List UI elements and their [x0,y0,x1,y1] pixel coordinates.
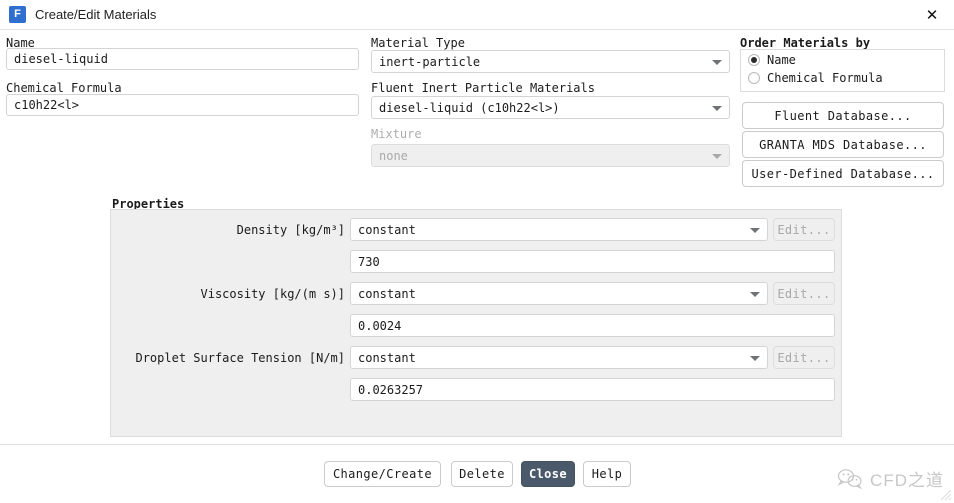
watermark-text: CFD之道 [870,471,944,490]
fluent-f-icon: F [9,6,26,23]
chemical-formula-input[interactable]: c10h22<l> [6,94,359,116]
chemical-formula-label: Chemical Formula [6,81,122,95]
density-edit-button[interactable]: Edit... [773,218,835,241]
radio-order-by-chemical-formula[interactable]: Chemical Formula [748,71,883,85]
droplet-surface-tension-method-select[interactable]: constant [350,346,768,369]
radio-selected-icon [748,54,760,66]
chevron-down-icon [750,291,760,297]
viscosity-value-input[interactable]: 0.0024 [350,314,835,337]
inert-materials-label: Fluent Inert Particle Materials [371,81,595,95]
material-type-label: Material Type [371,36,465,50]
density-method-select[interactable]: constant [350,218,768,241]
chevron-down-icon [712,59,722,65]
viscosity-method-select[interactable]: constant [350,282,768,305]
droplet-surface-tension-label: Droplet Surface Tension [N/m] [135,351,345,365]
chevron-down-icon [712,105,722,111]
mixture-value: none [379,148,408,163]
inert-materials-value: diesel-liquid (c10h22<l>) [379,100,560,115]
mixture-label: Mixture [371,127,422,141]
droplet-surface-tension-value-input[interactable]: 0.0263257 [350,378,835,401]
resize-grip-icon[interactable] [938,487,952,501]
close-icon[interactable]: ✕ [910,0,954,30]
chevron-down-icon [750,227,760,233]
material-type-value: inert-particle [379,54,481,69]
density-method-value: constant [358,222,416,237]
chevron-down-icon [750,355,760,361]
name-input[interactable]: diesel-liquid [6,48,359,70]
user-defined-database-button[interactable]: User-Defined Database... [742,160,944,187]
radio-label-chemical-formula: Chemical Formula [767,71,883,85]
droplet-surface-tension-edit-button[interactable]: Edit... [773,346,835,369]
radio-unselected-icon [748,72,760,84]
viscosity-method-value: constant [358,286,416,301]
order-materials-by-label: Order Materials by [740,36,871,50]
viscosity-edit-button[interactable]: Edit... [773,282,835,305]
change-create-button[interactable]: Change/Create [324,461,441,487]
watermark: CFD之道 [837,466,944,491]
help-button[interactable]: Help [583,461,631,487]
density-label: Density [kg/m³] [236,223,345,237]
mixture-select: none [371,144,730,167]
delete-button[interactable]: Delete [451,461,513,487]
density-value-input[interactable]: 730 [350,250,835,273]
droplet-surface-tension-method-value: constant [358,350,416,365]
material-type-select[interactable]: inert-particle [371,50,730,73]
granta-mds-database-button[interactable]: GRANTA MDS Database... [742,131,944,158]
wechat-logo-icon [837,468,863,489]
footer-separator [0,444,954,445]
title-bar: F Create/Edit Materials ✕ [0,0,954,30]
radio-order-by-name[interactable]: Name [748,53,796,67]
chevron-down-icon [712,153,722,159]
window-title: Create/Edit Materials [35,7,157,22]
radio-label-name: Name [767,53,796,67]
fluent-database-button[interactable]: Fluent Database... [742,102,944,129]
inert-materials-select[interactable]: diesel-liquid (c10h22<l>) [371,96,730,119]
close-button[interactable]: Close [521,461,575,487]
viscosity-label: Viscosity [kg/(m s)] [200,287,346,301]
